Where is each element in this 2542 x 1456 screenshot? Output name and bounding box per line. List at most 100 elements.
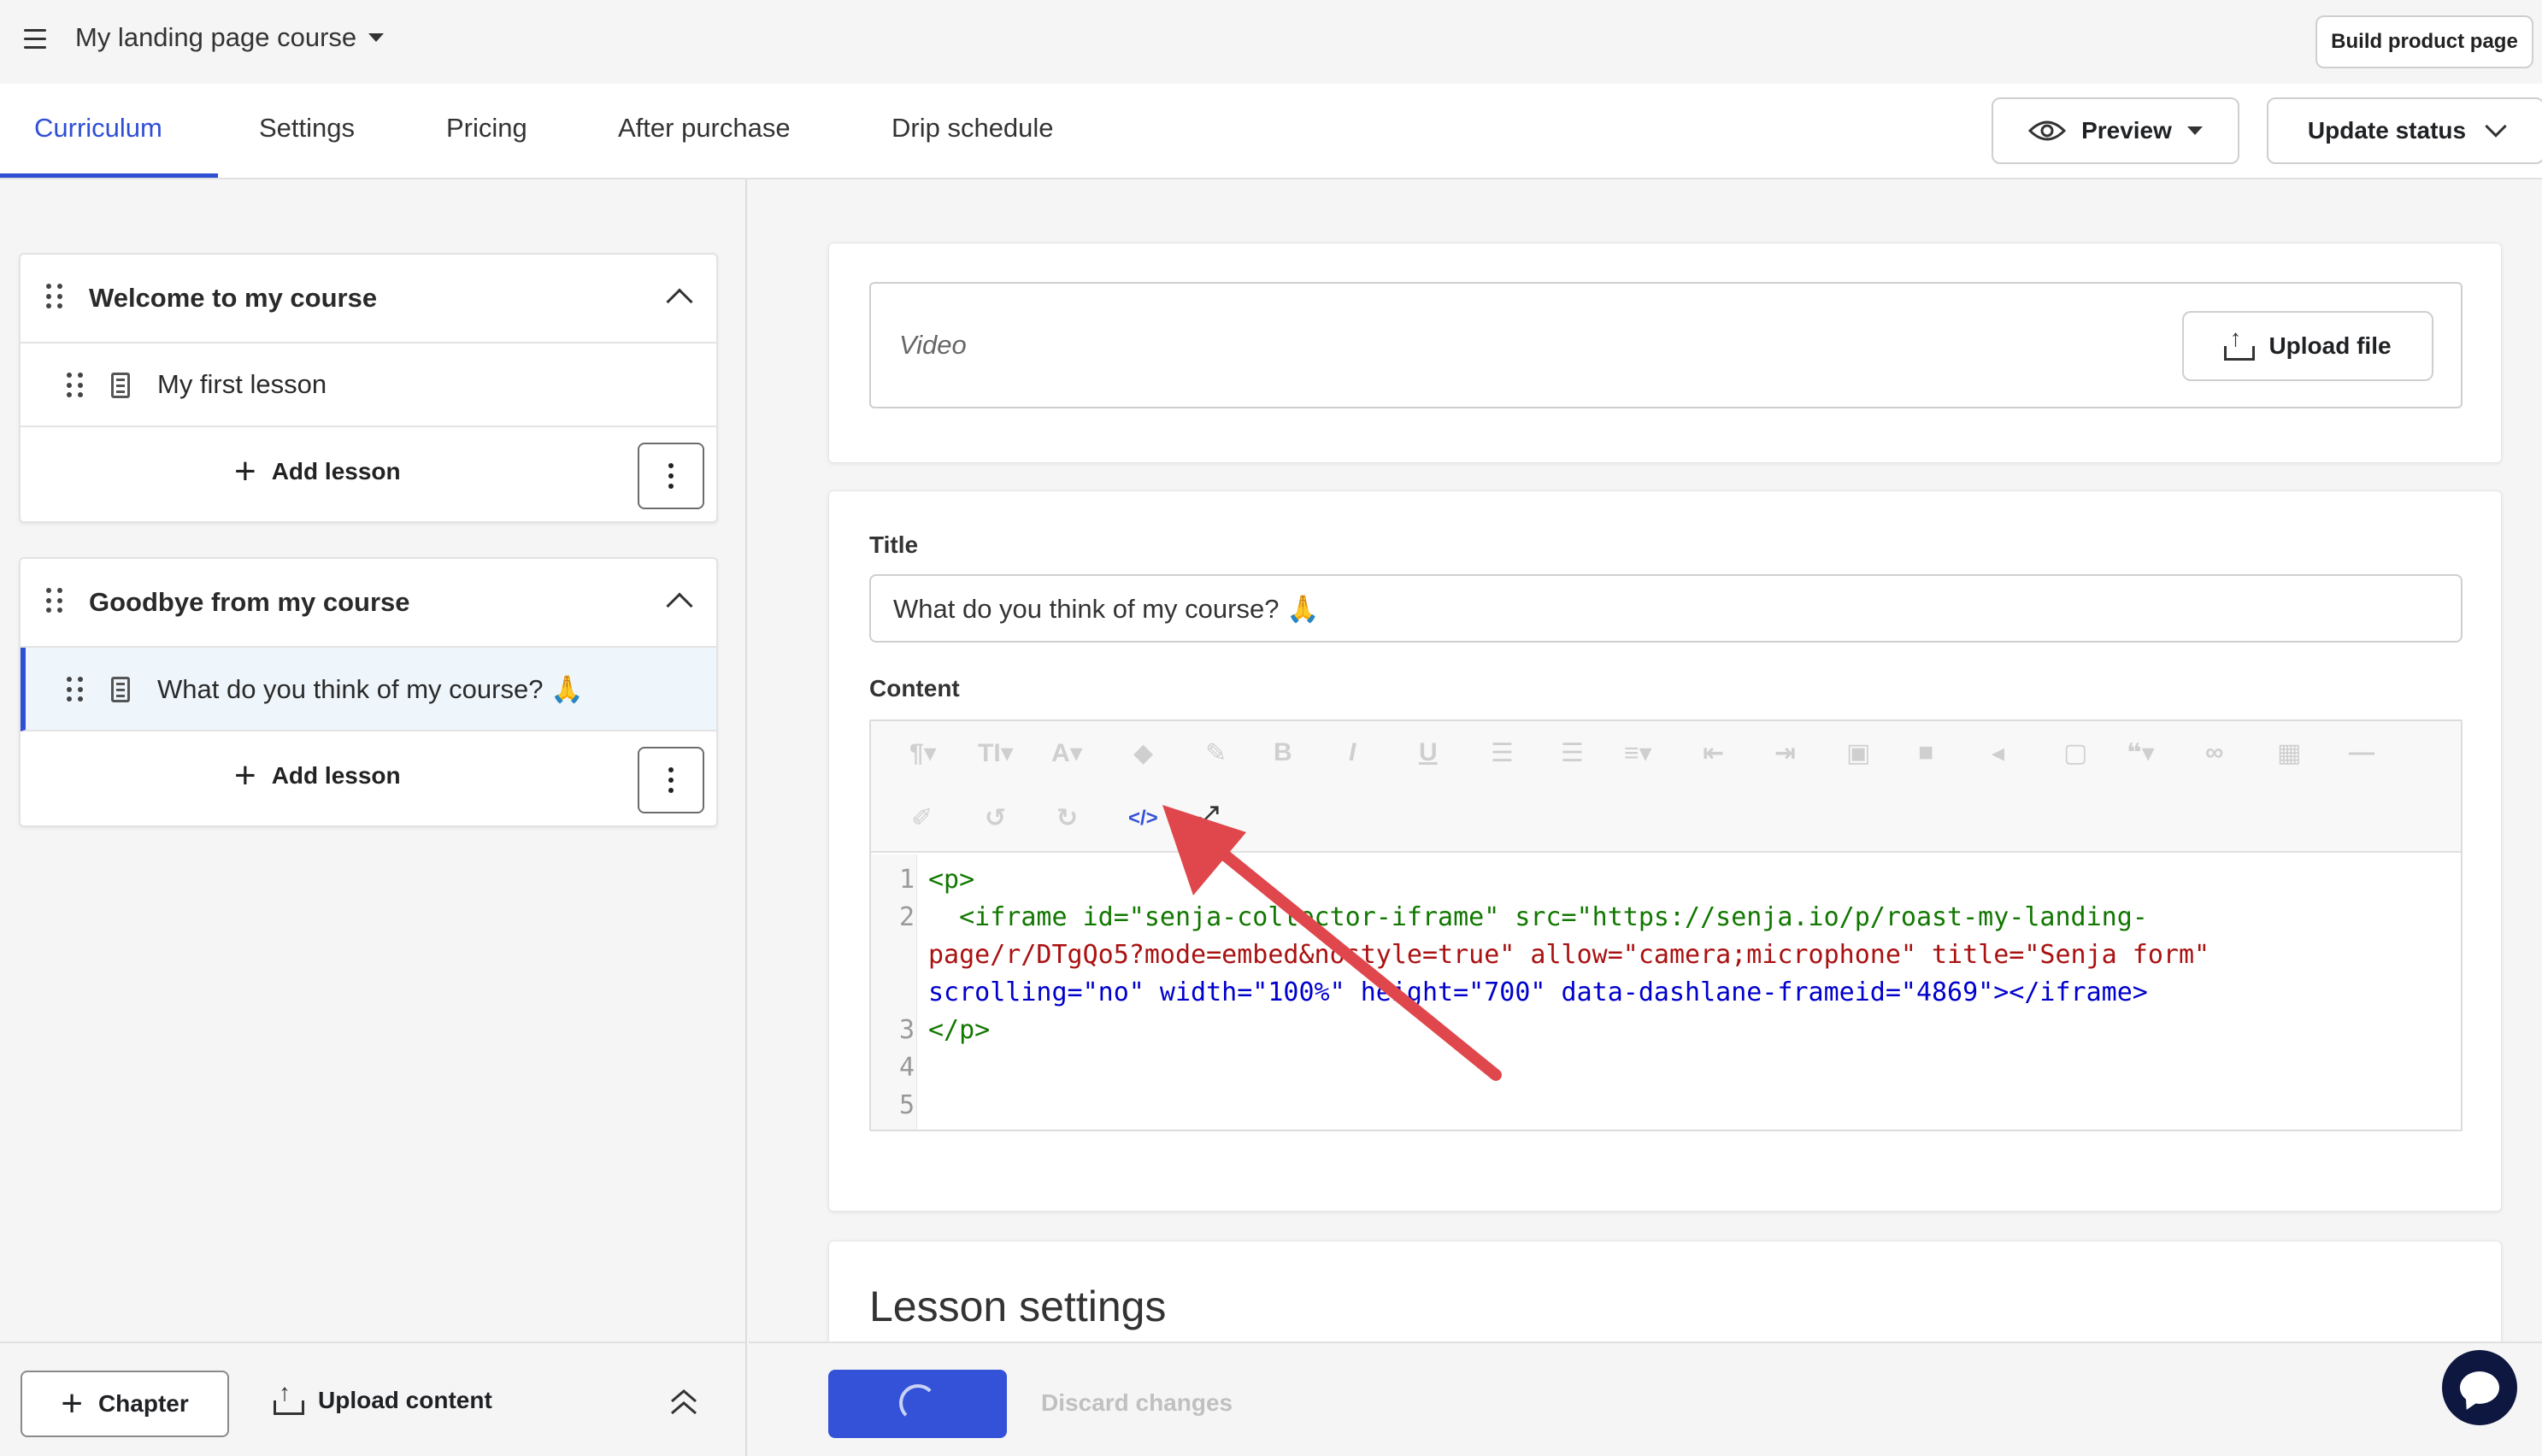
underline-icon[interactable]: U: [1419, 738, 1438, 767]
audio-icon[interactable]: ◂: [1992, 738, 2004, 768]
discard-changes-button[interactable]: Discard changes: [1041, 1389, 1233, 1417]
line-number: 5: [898, 1090, 915, 1120]
chapter-header[interactable]: Goodbye from my course: [21, 559, 716, 648]
add-lesson-row: + Add lesson: [21, 731, 716, 825]
chevron-down-icon: [2485, 115, 2507, 138]
lesson-item[interactable]: My first lesson: [21, 343, 716, 427]
lesson-settings-heading: Lesson settings: [869, 1283, 1167, 1330]
table-icon[interactable]: ▦: [2277, 738, 2301, 768]
document-icon: [111, 677, 130, 702]
course-title-dropdown[interactable]: My landing page course: [75, 22, 385, 53]
video-label: Video: [899, 330, 967, 360]
tab-settings[interactable]: Settings: [259, 113, 355, 144]
plus-icon: +: [234, 754, 256, 796]
add-lesson-row: + Add lesson: [21, 427, 716, 521]
line-number: 1: [898, 865, 915, 895]
preview-label: Preview: [2081, 117, 2172, 144]
add-lesson-label: Add lesson: [271, 762, 401, 789]
editor-footer: [749, 1342, 2542, 1456]
loading-spinner-icon: [899, 1384, 937, 1422]
add-lesson-label: Add lesson: [271, 458, 401, 484]
quote-icon[interactable]: ❝▾: [2127, 738, 2155, 768]
title-input[interactable]: What do you think of my course? 🙏: [869, 574, 2463, 643]
code-line[interactable]: <iframe id="senja-collector-iframe" src=…: [928, 902, 2148, 932]
chapter-label: Chapter: [97, 1390, 189, 1417]
active-tab-indicator: [0, 173, 218, 178]
caret-down-icon: [368, 33, 385, 42]
more-options-icon[interactable]: [638, 747, 704, 813]
tab-curriculum[interactable]: Curriculum: [34, 113, 162, 144]
line-number: 3: [898, 1015, 915, 1045]
update-status-label: Update status: [2307, 117, 2467, 144]
hamburger-menu-icon[interactable]: [24, 29, 46, 50]
document-icon: [111, 373, 130, 398]
lesson-title: What do you think of my course? 🙏: [157, 674, 584, 704]
preview-button[interactable]: Preview: [1992, 97, 2239, 164]
image-icon[interactable]: ▣: [1846, 738, 1870, 768]
italic-icon[interactable]: I: [1349, 738, 1356, 767]
upload-file-label: Upload file: [2268, 332, 2392, 359]
chevron-up-icon[interactable]: [666, 288, 693, 315]
video-icon[interactable]: ■: [1918, 738, 1933, 767]
font-size-icon[interactable]: TI▾: [978, 738, 1014, 768]
content-label: Content: [869, 675, 960, 702]
upload-content-label: Upload content: [318, 1387, 492, 1413]
tab-after-purchase[interactable]: After purchase: [618, 113, 791, 144]
drag-handle-icon[interactable]: [46, 588, 63, 614]
chapter-card: Welcome to my course My first lesson + A…: [19, 253, 718, 523]
paint-brush-icon[interactable]: ✎: [1205, 738, 1227, 768]
ordered-list-icon[interactable]: ☰: [1491, 738, 1514, 768]
chapter-header[interactable]: Welcome to my course: [21, 255, 716, 343]
undo-icon[interactable]: ↺: [985, 803, 1006, 833]
title-label: Title: [869, 531, 919, 558]
code-line[interactable]: scrolling="no" width="100%" height="700"…: [928, 978, 2148, 1007]
course-title: My landing page course: [75, 22, 357, 52]
chapter-title: Goodbye from my course: [89, 587, 410, 617]
eraser-icon[interactable]: ✐: [911, 803, 933, 833]
highlight-icon[interactable]: ◆: [1133, 738, 1153, 768]
lesson-title: My first lesson: [157, 369, 327, 399]
align-icon[interactable]: ≡▾: [1624, 738, 1652, 768]
upload-content-button[interactable]: Upload content: [274, 1379, 492, 1415]
build-product-page-button[interactable]: Build product page: [2315, 15, 2533, 68]
chapter-title: Welcome to my course: [89, 283, 378, 313]
plus-icon: +: [61, 1383, 83, 1424]
chat-support-button[interactable]: [2442, 1350, 2517, 1425]
redo-icon[interactable]: ↻: [1056, 803, 1078, 833]
chapter-card: Goodbye from my course What do you think…: [19, 557, 718, 827]
upload-file-button[interactable]: Upload file: [2182, 311, 2433, 381]
line-number: 4: [898, 1053, 915, 1083]
plus-icon: +: [234, 450, 256, 492]
horizontal-rule-icon[interactable]: —: [2349, 738, 2374, 767]
tab-pricing[interactable]: Pricing: [446, 113, 527, 144]
drag-handle-icon[interactable]: [67, 677, 84, 702]
caret-down-icon: [2186, 126, 2203, 135]
tab-drip-schedule[interactable]: Drip schedule: [891, 113, 1054, 144]
outdent-icon[interactable]: ⇤: [1703, 738, 1724, 768]
indent-icon[interactable]: ⇥: [1774, 738, 1796, 768]
line-number: 2: [898, 902, 915, 932]
add-lesson-button[interactable]: + Add lesson: [234, 450, 401, 492]
paragraph-format-icon[interactable]: ¶▾: [909, 738, 937, 768]
code-line[interactable]: <p>: [928, 865, 974, 895]
drag-handle-icon[interactable]: [46, 284, 63, 309]
bold-icon[interactable]: B: [1274, 738, 1292, 767]
eye-icon: [2028, 120, 2067, 141]
code-line[interactable]: page/r/DTgQo5?mode=embed&nostyle=true" a…: [928, 940, 2210, 970]
annotation-arrow: [1162, 805, 1502, 1081]
lesson-item-active[interactable]: What do you think of my course? 🙏: [21, 648, 716, 731]
bullet-list-icon[interactable]: ☰: [1561, 738, 1584, 768]
collapse-all-icon[interactable]: [668, 1386, 699, 1417]
link-icon[interactable]: ∞: [2205, 738, 2223, 767]
more-options-icon[interactable]: [638, 443, 704, 509]
chevron-up-icon[interactable]: [666, 592, 693, 619]
code-line[interactable]: </p>: [928, 1015, 990, 1045]
upload-icon: [2224, 325, 2256, 361]
add-lesson-button[interactable]: + Add lesson: [234, 754, 401, 796]
update-status-button[interactable]: Update status: [2267, 97, 2542, 164]
drag-handle-icon[interactable]: [67, 373, 84, 398]
upload-icon: [274, 1379, 304, 1415]
text-color-icon[interactable]: A▾: [1051, 738, 1083, 768]
add-chapter-button[interactable]: + Chapter: [21, 1371, 229, 1437]
file-icon[interactable]: ▢: [2063, 738, 2087, 768]
